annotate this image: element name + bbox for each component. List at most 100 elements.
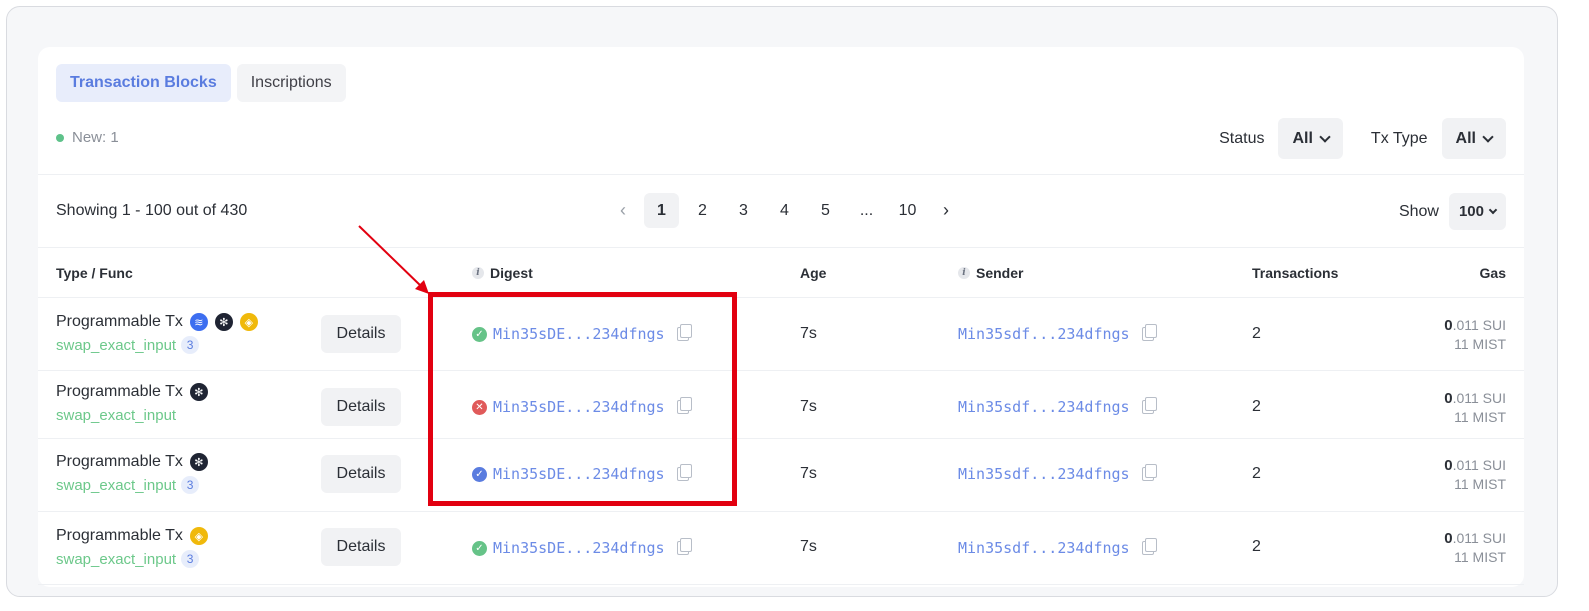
copy-icon[interactable] xyxy=(1141,324,1157,341)
column-header-sender-label: Sender xyxy=(976,265,1024,281)
dark-token-icon: ✻ xyxy=(214,313,233,331)
outer-frame: Transaction Blocks Inscriptions New: 1 S… xyxy=(6,6,1558,597)
column-header-digest-label: Digest xyxy=(490,265,533,281)
sender-value[interactable]: Min35sdf...234dfngs xyxy=(958,539,1130,557)
table-row[interactable]: Programmable Tx ◈ swap_exact_input 3 Det… xyxy=(38,512,1524,584)
sender-link[interactable]: Min35sdf...234dfngs xyxy=(958,324,1157,343)
transactions-count: 2 xyxy=(1252,538,1261,555)
table-row[interactable]: Programmable Tx ✻ swap_exact_input Detai… xyxy=(38,371,1524,438)
bnb-token-icon: ◈ xyxy=(189,527,208,545)
copy-icon[interactable] xyxy=(1141,397,1157,414)
sender-value[interactable]: Min35sdf...234dfngs xyxy=(958,398,1130,416)
sender-value[interactable]: Min35sdf...234dfngs xyxy=(958,325,1130,343)
pagination: ‹ 1 2 3 4 5 ... 10 › xyxy=(608,193,961,228)
bnb-token-icon: ◈ xyxy=(239,313,258,331)
tx-type-label: Programmable Tx xyxy=(56,313,183,330)
column-header-gas: Gas xyxy=(1480,265,1506,281)
details-button[interactable]: Details xyxy=(321,388,401,426)
tx-type-label: Programmable Tx xyxy=(56,453,183,470)
column-header-sender: i Sender xyxy=(958,265,1023,281)
sender-link[interactable]: Min35sdf...234dfngs xyxy=(958,397,1157,416)
column-header-transactions: Transactions xyxy=(1252,265,1338,281)
page-button-4[interactable]: 4 xyxy=(767,193,802,228)
page-button-10[interactable]: 10 xyxy=(890,193,925,228)
success-check-icon: ✓ xyxy=(472,540,487,556)
status-filter-label: Status xyxy=(1219,129,1265,147)
sender-link[interactable]: Min35sdf...234dfngs xyxy=(958,464,1157,483)
transactions-count: 2 xyxy=(1252,325,1261,342)
tab-bar: Transaction Blocks Inscriptions xyxy=(56,64,346,102)
page-button-1[interactable]: 1 xyxy=(644,193,679,228)
page-size-select[interactable]: 100 xyxy=(1448,193,1506,230)
column-header-digest: i Digest xyxy=(472,265,533,281)
prev-page-button[interactable]: ‹ xyxy=(608,193,638,228)
tx-func: swap_exact_input 3 xyxy=(56,550,200,568)
digest-value[interactable]: Min35sDE...234dfngs xyxy=(493,539,665,557)
tx-func: swap_exact_input 3 xyxy=(56,476,200,494)
tx-type: Programmable Tx ≋ ✻ ◈ xyxy=(56,313,258,331)
sender-value[interactable]: Min35sdf...234dfngs xyxy=(958,465,1130,483)
details-button[interactable]: Details xyxy=(321,315,401,353)
column-header-age: Age xyxy=(800,265,826,281)
copy-icon[interactable] xyxy=(1141,464,1157,481)
txtype-filter-value: All xyxy=(1455,129,1476,147)
func-name[interactable]: swap_exact_input xyxy=(56,477,176,494)
gas-int: 0 xyxy=(1444,457,1453,474)
table-row[interactable]: Programmable Tx ≋ ✻ ◈ swap_exact_input 3… xyxy=(38,298,1524,370)
dark-token-icon: ✻ xyxy=(189,453,208,471)
column-header-age-label: Age xyxy=(800,265,827,281)
info-icon[interactable]: i xyxy=(472,267,484,279)
tx-type: Programmable Tx ✻ xyxy=(56,453,208,471)
annotation-arrow xyxy=(358,225,429,294)
page-size-control: Show 100 xyxy=(1399,193,1506,230)
gas-mist: 11 MIST xyxy=(1454,409,1506,425)
next-page-button[interactable]: › xyxy=(931,193,961,228)
gas-value: 0.011 SUI 11 MIST xyxy=(1444,317,1506,352)
status-filter-select[interactable]: All xyxy=(1278,118,1343,159)
gas-value: 0.011 SUI 11 MIST xyxy=(1444,390,1506,425)
func-count-badge: 3 xyxy=(181,476,200,494)
txtype-filter-select[interactable]: All xyxy=(1441,118,1506,159)
details-button[interactable]: Details xyxy=(321,528,401,566)
chevron-down-icon xyxy=(1482,130,1494,143)
gas-value: 0.011 SUI 11 MIST xyxy=(1444,530,1506,565)
gas-mist: 11 MIST xyxy=(1454,476,1506,492)
tab-transaction-blocks[interactable]: Transaction Blocks xyxy=(56,64,231,102)
func-count-badge: 3 xyxy=(181,550,200,568)
txtype-filter-label: Tx Type xyxy=(1370,129,1428,147)
status-filter-value: All xyxy=(1292,129,1313,147)
digest-link[interactable]: ✓ Min35sDE...234dfngs xyxy=(472,538,692,557)
func-name[interactable]: swap_exact_input xyxy=(56,551,176,568)
live-dot-icon xyxy=(56,133,64,142)
func-name[interactable]: swap_exact_input xyxy=(56,337,176,354)
copy-icon[interactable] xyxy=(1141,538,1157,555)
page-button-3[interactable]: 3 xyxy=(726,193,761,228)
divider xyxy=(38,174,1524,175)
gas-sui: .011 SUI xyxy=(1452,390,1506,406)
details-button[interactable]: Details xyxy=(321,455,401,493)
age-value: 7s xyxy=(800,325,817,342)
page-button-5[interactable]: 5 xyxy=(808,193,843,228)
transactions-card: Transaction Blocks Inscriptions New: 1 S… xyxy=(38,47,1524,587)
column-header-transactions-label: Transactions xyxy=(1252,265,1339,281)
tab-inscriptions[interactable]: Inscriptions xyxy=(236,64,346,102)
page-button-2[interactable]: 2 xyxy=(685,193,720,228)
func-name[interactable]: swap_exact_input xyxy=(56,407,176,424)
showing-count: Showing 1 - 100 out of 430 xyxy=(56,202,248,219)
column-header-gas-label: Gas xyxy=(1479,265,1506,281)
tx-type-label: Programmable Tx xyxy=(56,527,183,544)
tx-type: Programmable Tx ◈ xyxy=(56,527,208,545)
table-row[interactable]: Programmable Tx ✻ swap_exact_input 3 Det… xyxy=(38,439,1524,511)
divider xyxy=(38,584,1524,585)
chevron-down-icon xyxy=(1488,205,1498,215)
gas-sui: .011 SUI xyxy=(1452,317,1506,333)
annotation-highlight-box xyxy=(428,292,737,506)
chevron-down-icon xyxy=(1319,130,1331,143)
tx-func: swap_exact_input 3 xyxy=(56,336,200,354)
copy-icon[interactable] xyxy=(676,538,692,555)
gas-value: 0.011 SUI 11 MIST xyxy=(1444,457,1506,492)
sender-link[interactable]: Min35sdf...234dfngs xyxy=(958,538,1157,557)
age-value: 7s xyxy=(800,398,817,415)
info-icon[interactable]: i xyxy=(958,267,970,279)
page-size-label: Show xyxy=(1398,202,1439,220)
